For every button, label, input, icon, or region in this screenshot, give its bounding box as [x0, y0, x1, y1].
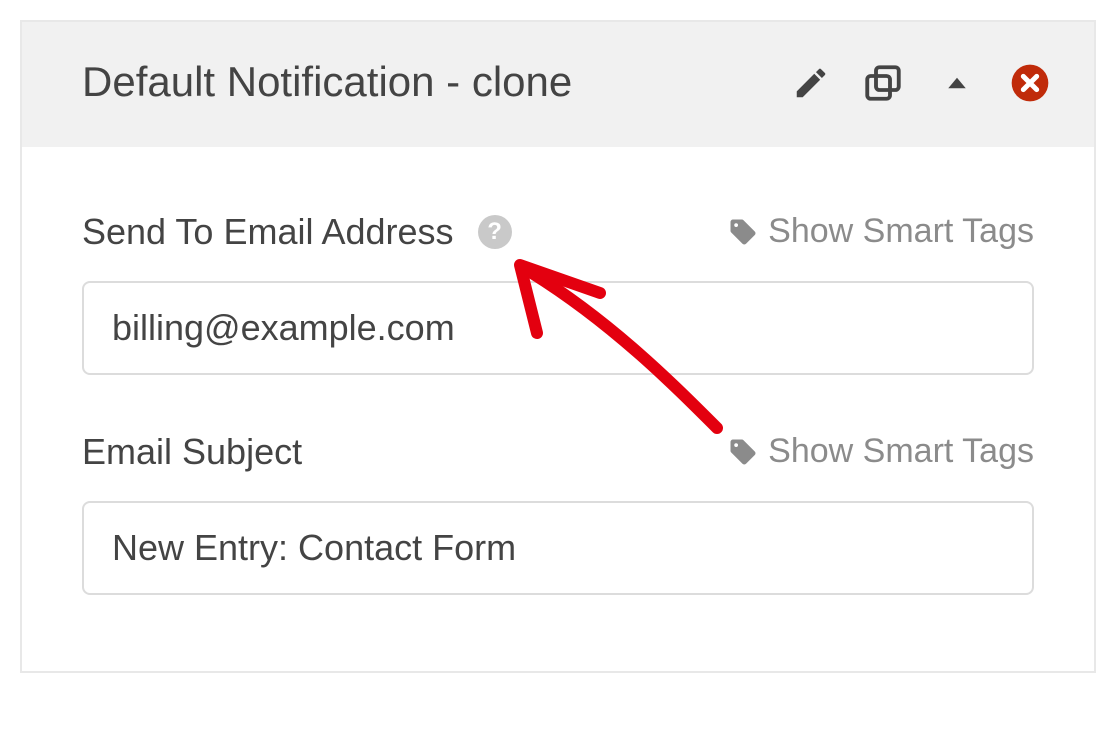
smart-tags-label-sendto: Show Smart Tags [768, 212, 1034, 251]
close-circle-icon [1010, 63, 1050, 103]
subject-label-left: Email Subject [82, 431, 302, 473]
email-subject-input[interactable] [82, 501, 1034, 595]
send-to-label-left: Send To Email Address ? [82, 211, 512, 253]
panel-actions [792, 54, 1050, 104]
tag-icon [728, 217, 758, 247]
duplicate-button[interactable] [862, 62, 904, 104]
smart-tags-label-subject: Show Smart Tags [768, 432, 1034, 471]
send-to-field-group: Send To Email Address ? Show Smart Tags [82, 211, 1034, 375]
send-to-label-row: Send To Email Address ? Show Smart Tags [82, 211, 1034, 253]
tag-icon [728, 437, 758, 467]
subject-field-group: Email Subject Show Smart Tags [82, 431, 1034, 595]
panel-body: Send To Email Address ? Show Smart Tags … [22, 147, 1094, 671]
help-icon[interactable]: ? [478, 215, 512, 249]
notification-panel: Default Notification - clone [20, 20, 1096, 673]
edit-button[interactable] [792, 64, 830, 102]
copy-icon [862, 62, 904, 104]
panel-title: Default Notification - clone [82, 54, 572, 111]
show-smart-tags-sendto[interactable]: Show Smart Tags [728, 212, 1034, 251]
subject-label: Email Subject [82, 431, 302, 473]
delete-button[interactable] [1010, 63, 1050, 103]
send-to-label: Send To Email Address [82, 211, 454, 253]
subject-label-row: Email Subject Show Smart Tags [82, 431, 1034, 473]
collapse-button[interactable] [936, 62, 978, 104]
send-to-email-input[interactable] [82, 281, 1034, 375]
chevron-up-icon [936, 62, 978, 104]
show-smart-tags-subject[interactable]: Show Smart Tags [728, 432, 1034, 471]
panel-header: Default Notification - clone [22, 22, 1094, 147]
pencil-icon [792, 64, 830, 102]
